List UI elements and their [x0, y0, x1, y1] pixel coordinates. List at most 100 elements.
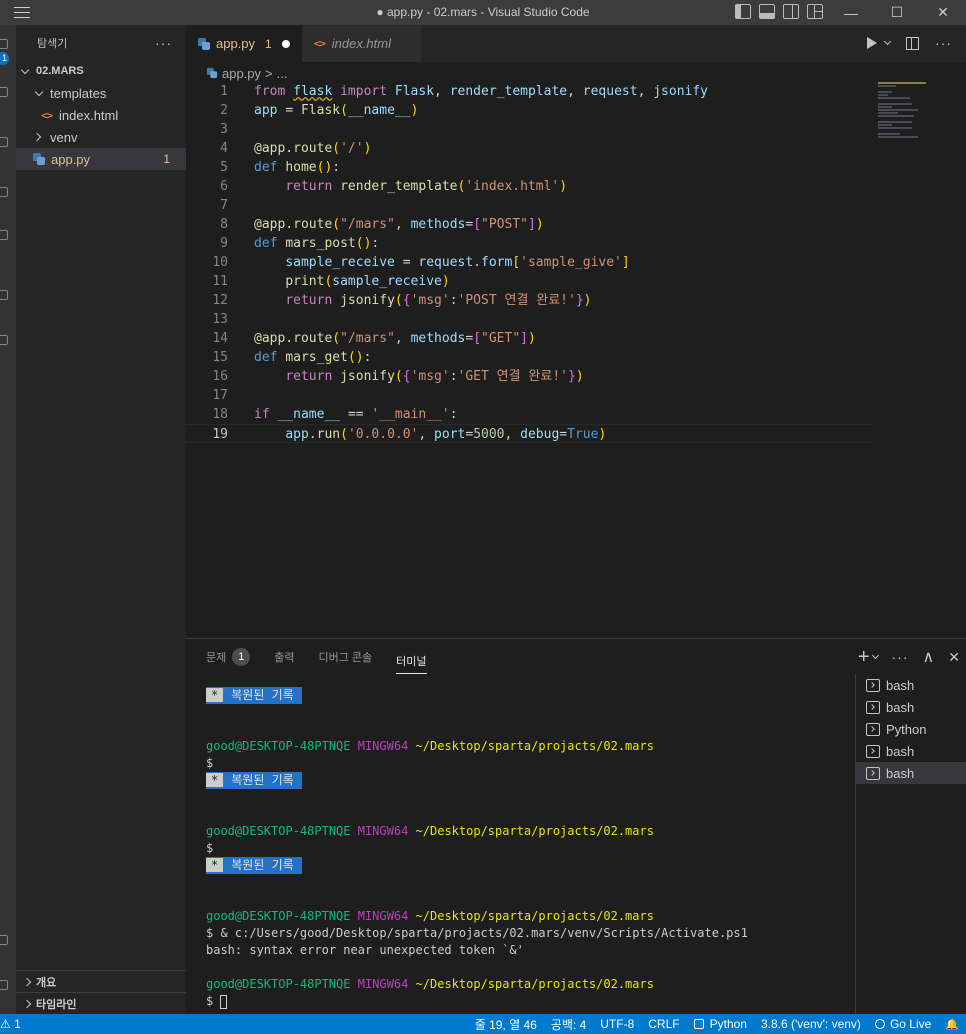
play-icon: [867, 37, 877, 49]
tree-item-label: app.py: [51, 151, 91, 167]
panel-tabs: 문제 1 출력 디버그 콘솔 터미널 + ··· ∧ ✕: [186, 639, 966, 674]
timeline-section[interactable]: 타임라인: [16, 992, 186, 1014]
maximize-button[interactable]: ☐: [874, 0, 920, 25]
code-line: 17: [186, 386, 871, 405]
section-label: 개요: [36, 976, 57, 989]
tab-label: 출력: [274, 651, 295, 664]
tree-folder-venv[interactable]: venv: [16, 126, 186, 148]
terminal-instance[interactable]: bash: [856, 740, 966, 762]
close-panel-icon[interactable]: ✕: [948, 649, 960, 666]
python-interpreter[interactable]: 3.8.6 ('venv': venv): [754, 1017, 868, 1031]
section-label: 타임라인: [36, 998, 77, 1011]
problems-badge: 1: [232, 647, 251, 666]
line-number: 19: [212, 427, 228, 442]
tree-folder-templates[interactable]: templates: [16, 82, 186, 104]
tab-debug-console[interactable]: 디버그 콘솔: [319, 639, 373, 674]
line-number: 8: [220, 217, 228, 232]
end-of-line[interactable]: CRLF: [641, 1017, 686, 1031]
tab-terminal[interactable]: 터미널: [396, 648, 427, 674]
terminal-icon: [866, 678, 880, 692]
tree-item-label: venv: [50, 129, 78, 145]
terminal-cursor: [220, 994, 228, 1009]
terminal-output[interactable]: * 복원된 기록 good@DESKTOP-48PTNQE MINGW64 ~/D…: [206, 687, 846, 1010]
search-icon[interactable]: [0, 87, 8, 97]
tree-file-app-py[interactable]: app.py 1: [16, 148, 186, 170]
line-number: 3: [220, 122, 228, 137]
status-right: 줄 19, 열 46 공백: 4 UTF-8 CRLF Python 3.8.6…: [468, 1014, 966, 1034]
line-number: 5: [220, 160, 228, 175]
line-number: 14: [212, 331, 228, 346]
accounts-icon[interactable]: [0, 935, 8, 945]
terminal-input-line[interactable]: $: [206, 993, 846, 1010]
minimize-button[interactable]: —: [828, 0, 874, 25]
terminal-instance[interactable]: bash: [856, 696, 966, 718]
notifications-bell-icon[interactable]: 🔔: [938, 1018, 966, 1031]
language-mode[interactable]: Python: [687, 1017, 754, 1031]
tab-label: 터미널: [396, 655, 427, 668]
maximize-panel-icon[interactable]: ∧: [923, 647, 935, 667]
new-terminal-button[interactable]: +: [858, 647, 879, 667]
problems-status[interactable]: ⚠ 1: [0, 1017, 28, 1031]
tab-problems[interactable]: 문제 1: [206, 639, 251, 674]
close-window-button[interactable]: ✕: [920, 0, 966, 25]
terminal-instance[interactable]: bash: [856, 674, 966, 696]
code-line: 16 return jsonify({'msg':'GET 연결 완료!'}): [186, 367, 871, 386]
cursor-position[interactable]: 줄 19, 열 46: [468, 1016, 544, 1033]
breadcrumb-file[interactable]: app.py: [222, 66, 261, 81]
braces-icon: [693, 1019, 704, 1029]
panel-actions: + ··· ∧ ✕: [858, 647, 960, 667]
more-icon[interactable]: ···: [892, 649, 909, 665]
toggle-secondary-sidebar-icon[interactable]: [783, 4, 799, 19]
code-line: 5 def home():: [186, 158, 871, 177]
terminal-instance[interactable]: Python: [856, 718, 966, 740]
tab-output[interactable]: 출력: [274, 639, 294, 674]
problem-count: 1: [163, 152, 170, 166]
run-debug-icon[interactable]: [0, 187, 8, 197]
line-number: 1: [220, 84, 228, 99]
remote-explorer-icon[interactable]: [0, 230, 8, 240]
manage-gear-icon[interactable]: [0, 980, 8, 990]
line-number: 9: [220, 236, 228, 251]
line-number: 18: [212, 407, 228, 422]
chevron-down-icon: [20, 65, 30, 74]
code-line: 18 if __name__ == '__main__':: [186, 405, 871, 424]
more-actions-icon[interactable]: ···: [935, 35, 952, 51]
testing-icon[interactable]: [0, 290, 8, 300]
breadcrumb-more[interactable]: ...: [277, 66, 288, 81]
customize-layout-icon[interactable]: [807, 4, 823, 19]
breadcrumb: app.py > ...: [186, 62, 966, 84]
toggle-panel-icon[interactable]: [759, 4, 775, 19]
tab-index-html[interactable]: <> index.html: [301, 25, 421, 62]
tree-item-label: templates: [50, 85, 107, 101]
run-python-button[interactable]: [867, 37, 892, 49]
tab-app-py[interactable]: app.py 1: [186, 25, 302, 62]
editor-area: app.py 1 <> index.html ··· app.py > ... …: [186, 25, 966, 638]
split-editor-icon[interactable]: [906, 36, 919, 50]
extensions-icon[interactable]: [0, 335, 8, 345]
code-line-current: 19 app.run('0.0.0.0', port=5000, debug=T…: [186, 424, 871, 443]
go-live-button[interactable]: Go Live: [868, 1017, 938, 1031]
terminal-icon: [866, 722, 880, 736]
minimap[interactable]: [878, 82, 936, 142]
workspace-root[interactable]: 02.MARS: [16, 60, 186, 82]
tree-file-index-html[interactable]: <> index.html: [16, 104, 186, 126]
outline-section[interactable]: 개요: [16, 970, 186, 992]
chevron-down-icon: [871, 651, 879, 660]
code-editor[interactable]: 1 from flask import Flask, render_templat…: [186, 82, 871, 443]
terminal-icon: [866, 766, 880, 780]
terminal-instance-selected[interactable]: bash: [856, 762, 966, 784]
python-file-icon: [198, 37, 210, 50]
explorer-more-icon[interactable]: ···: [155, 35, 172, 51]
menu-hamburger-icon[interactable]: [0, 0, 44, 25]
toggle-primary-sidebar-icon[interactable]: [735, 4, 751, 19]
terminal-instance-label: bash: [886, 699, 915, 715]
unsaved-dot-icon[interactable]: [281, 39, 290, 48]
line-number: 16: [212, 369, 228, 384]
code-line: 1 from flask import Flask, render_templat…: [186, 82, 871, 101]
encoding[interactable]: UTF-8: [593, 1017, 641, 1031]
explorer-icon[interactable]: [0, 39, 8, 49]
indentation[interactable]: 공백: 4: [544, 1016, 593, 1033]
source-control-icon[interactable]: [0, 137, 8, 147]
terminal-prompt-line: good@DESKTOP-48PTNQE MINGW64 ~/Desktop/s…: [206, 977, 654, 991]
tab-problem-count: 1: [265, 36, 272, 51]
